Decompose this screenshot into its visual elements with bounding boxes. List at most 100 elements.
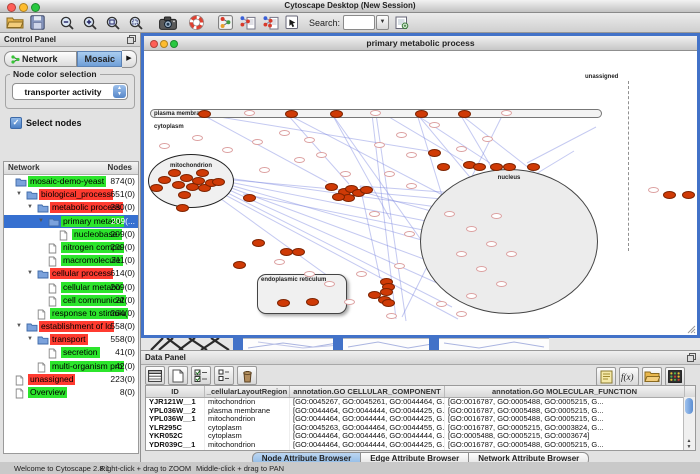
expander-icon[interactable]: ▼ [27, 201, 33, 214]
network-node[interactable] [473, 163, 486, 171]
tree-row-biological-process[interactable]: ▼biological_process651(0) [4, 188, 138, 201]
tree-row-nitrogen-compo[interactable]: nitrogen compo209(0) [4, 241, 138, 254]
table-cell[interactable]: YDR039C__1 [146, 441, 205, 450]
tree-row-metabolic-process[interactable]: ▼metabolic process280(0) [4, 201, 138, 214]
import-network-icon[interactable] [239, 15, 256, 31]
table-cell[interactable]: [GO:0045267, GO:0045261, GO:0044464, G..… [290, 398, 445, 407]
attribute-table[interactable]: ID_cellularLayoutRegionannotation.GO CEL… [145, 385, 696, 451]
network-node[interactable] [243, 194, 256, 202]
open-folder-icon[interactable] [6, 15, 24, 31]
tree-row-cellular-process[interactable]: ▼cellular process614(0) [4, 267, 138, 280]
table-cell[interactable]: YPL036W__1 [146, 415, 205, 424]
network-node[interactable] [360, 186, 373, 194]
table-cell[interactable]: [GO:0044464, GO:0044444, GO:0044425, G..… [290, 407, 445, 416]
table-row[interactable]: YLR295Ccytoplasm[GO:0045263, GO:0044464,… [146, 424, 695, 433]
search-dropdown-arrow-icon[interactable]: ▼ [376, 15, 389, 30]
select-attributes-icon[interactable] [191, 366, 211, 385]
network-node[interactable] [527, 163, 540, 171]
network-node[interactable] [285, 110, 298, 118]
network-node[interactable] [212, 178, 225, 186]
tree-row-response-to-stimulu[interactable]: response to stimulu264(0) [4, 307, 138, 320]
tree-row-cell-communicat[interactable]: cell communicat22(0) [4, 294, 138, 307]
tree-row-nucleobase-[interactable]: nucleobase-209(0) [4, 228, 138, 241]
network-node[interactable] [158, 176, 171, 184]
table-row[interactable]: YJR121W__1mitochondrion[GO:0045267, GO:0… [146, 398, 695, 407]
tree-row-establishment-of-lo[interactable]: ▼establishment of lo558(0) [4, 320, 138, 333]
float-panel-icon[interactable] [687, 353, 696, 362]
network-node[interactable] [458, 110, 471, 118]
minimize-window-button[interactable] [19, 3, 28, 12]
network-node[interactable] [428, 149, 441, 157]
table-cell[interactable]: [GO:0016787, GO:0005215, GO:0003824, G..… [445, 424, 685, 433]
network-tree-header[interactable]: Network Nodes [4, 162, 138, 175]
save-icon[interactable] [30, 15, 45, 31]
close-window-button[interactable] [7, 3, 16, 12]
network-canvas[interactable]: plasma membranecytoplasmmitochondrionnuc… [144, 51, 697, 335]
zoom-fit-icon[interactable] [105, 15, 122, 31]
network-node[interactable] [198, 110, 211, 118]
notes-icon[interactable] [596, 367, 616, 386]
table-cell[interactable]: mitochondrion [205, 398, 290, 407]
column-header-0[interactable]: ID [146, 386, 205, 397]
search-config-icon[interactable] [395, 15, 409, 31]
network-view-window[interactable]: primary metabolic process plasma membran… [141, 33, 700, 338]
scrollbar-arrows[interactable]: ▲▼ [684, 438, 694, 450]
table-cell[interactable]: [GO:0016787, GO:0005488, GO:0005215, G..… [445, 415, 685, 424]
network-close-button[interactable] [150, 40, 158, 48]
annotation-page-icon[interactable] [285, 15, 299, 31]
table-cell[interactable]: mitochondrion [205, 441, 290, 450]
zoom-in-icon[interactable] [82, 15, 99, 31]
network-node[interactable] [150, 184, 163, 192]
expander-icon[interactable]: ▼ [27, 267, 33, 280]
table-row[interactable]: YPL036W__2plasma membrane[GO:0044464, GO… [146, 407, 695, 416]
column-header-3[interactable]: annotation.GO MOLECULAR_FUNCTION [445, 386, 685, 397]
table-cell[interactable]: [GO:0044464, GO:0044446, GO:0044444, G..… [290, 432, 445, 441]
network-node[interactable] [332, 193, 345, 201]
tree-row-unassigned[interactable]: unassigned223(0) [4, 373, 138, 386]
network-node[interactable] [663, 191, 676, 199]
tree-row-overview[interactable]: Overview8(0) [4, 386, 138, 399]
tree-row-cellular-metabo[interactable]: cellular metabo209(0) [4, 281, 138, 294]
table-cell[interactable]: cytoplasm [205, 432, 290, 441]
network-node[interactable] [415, 110, 428, 118]
network-node[interactable] [380, 288, 393, 296]
table-cell[interactable]: YLR295C [146, 424, 205, 433]
network-node[interactable] [382, 299, 395, 307]
table-row[interactable]: YPL036W__1mitochondrion[GO:0044464, GO:0… [146, 415, 695, 424]
network-node[interactable] [233, 261, 246, 269]
node-color-dropdown[interactable]: transporter activity ▲▼ [12, 83, 128, 100]
table-cell[interactable]: YPL036W__2 [146, 407, 205, 416]
column-header-1[interactable]: _cellularLayoutRegion [205, 386, 290, 397]
formula-icon[interactable]: f(x) [619, 367, 639, 386]
column-header-2[interactable]: annotation.GO CELLULAR_COMPONENT [290, 386, 445, 397]
table-row[interactable]: YKR052Ccytoplasm[GO:0044464, GO:0044446,… [146, 432, 695, 441]
table-cell[interactable]: YJR121W__1 [146, 398, 205, 407]
search-input[interactable] [343, 15, 375, 30]
network-node[interactable] [325, 183, 338, 191]
network-node[interactable] [306, 298, 319, 306]
network-node[interactable] [176, 204, 189, 212]
network-zoom-button[interactable] [170, 40, 178, 48]
network-node[interactable] [172, 181, 185, 189]
tree-row-macromolecule[interactable]: macromolecule311(0) [4, 254, 138, 267]
matrix-icon[interactable] [665, 367, 685, 386]
window-titlebar[interactable]: Cytoscape Desktop (New Session) [0, 0, 700, 13]
tree-column-nodes[interactable]: Nodes [108, 163, 132, 172]
table-cell[interactable]: [GO:0016787, GO:0005488, GO:0005215, G..… [445, 407, 685, 416]
float-panel-icon[interactable] [127, 35, 136, 44]
network-node[interactable] [178, 191, 191, 199]
network-node[interactable] [252, 239, 265, 247]
table-cell[interactable]: [GO:0045263, GO:0044464, GO:0044455, G..… [290, 424, 445, 433]
tree-column-network[interactable]: Network [8, 163, 40, 172]
table-cell[interactable]: mitochondrion [205, 415, 290, 424]
network-node[interactable] [682, 191, 695, 199]
network-node[interactable] [490, 163, 503, 171]
expander-icon[interactable]: ▼ [16, 188, 22, 201]
network-node[interactable] [277, 299, 290, 307]
import-attributes-icon[interactable] [642, 367, 662, 386]
table-row[interactable]: YDR039C__1mitochondrion[GO:0044464, GO:0… [146, 441, 695, 450]
new-attribute-icon[interactable] [168, 366, 188, 385]
zoom-window-button[interactable] [31, 3, 40, 12]
tab-network[interactable]: Network [4, 51, 77, 67]
expander-icon[interactable]: ▼ [27, 333, 33, 346]
